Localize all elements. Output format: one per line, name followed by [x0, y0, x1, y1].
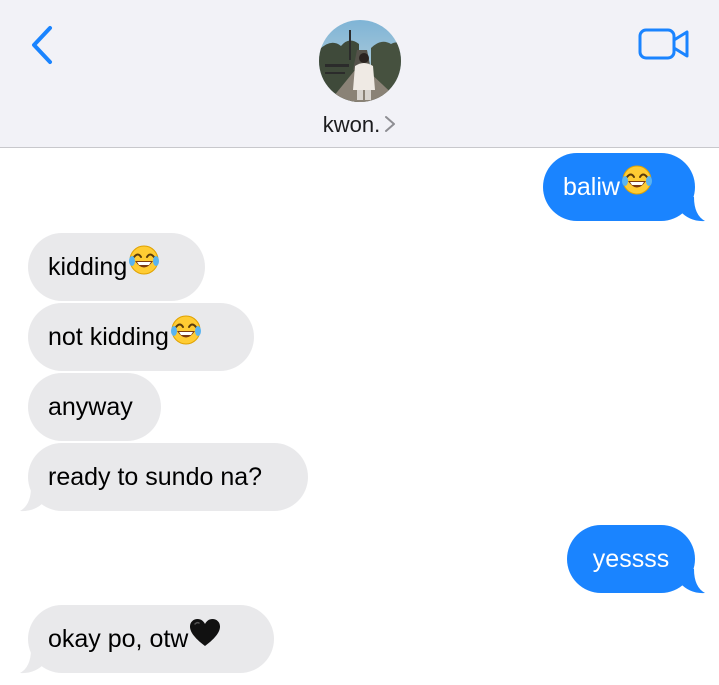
video-call-button[interactable]	[638, 27, 690, 61]
black-heart-icon	[189, 606, 221, 674]
message-bubble-incoming[interactable]: not kidding	[28, 303, 254, 371]
back-button[interactable]	[28, 24, 58, 66]
bubble-tail	[680, 569, 705, 594]
message-text: yessss	[592, 545, 670, 573]
contact-name: kwon.	[322, 112, 381, 137]
message-text: baliw	[563, 173, 620, 201]
messages-screen: kwon. baliw kidding not kidding anyway r…	[0, 0, 719, 685]
message-text: kidding	[48, 253, 128, 281]
bubble-tail	[680, 197, 705, 222]
message-text: ready to sundo na?	[48, 463, 263, 491]
video-camera-icon	[638, 28, 689, 60]
conversation-header: kwon.	[0, 0, 719, 148]
message-bubble-incoming[interactable]: anyway	[28, 373, 161, 441]
chevron-right-icon	[384, 113, 396, 139]
avatar-photo	[319, 20, 401, 102]
message-bubble-incoming[interactable]: ready to sundo na?	[28, 443, 308, 511]
message-bubble-outgoing[interactable]: yessss	[567, 525, 695, 593]
face-with-tears-of-joy-icon	[621, 154, 653, 222]
message-text: not kidding	[48, 323, 169, 351]
bubble-tail	[20, 487, 45, 512]
face-with-tears-of-joy-icon	[128, 234, 160, 302]
message-text: okay po, otw	[48, 625, 189, 653]
chevron-left-icon	[32, 26, 52, 64]
face-with-tears-of-joy-icon	[170, 304, 202, 372]
bubble-tail	[20, 649, 45, 674]
message-bubble-incoming[interactable]: okay po, otw	[28, 605, 274, 673]
contact-name-button[interactable]: kwon.	[0, 112, 719, 139]
message-text: anyway	[48, 393, 133, 421]
message-bubble-outgoing[interactable]: baliw	[543, 153, 695, 221]
message-bubble-incoming[interactable]: kidding	[28, 233, 205, 301]
contact-avatar[interactable]	[319, 20, 401, 102]
